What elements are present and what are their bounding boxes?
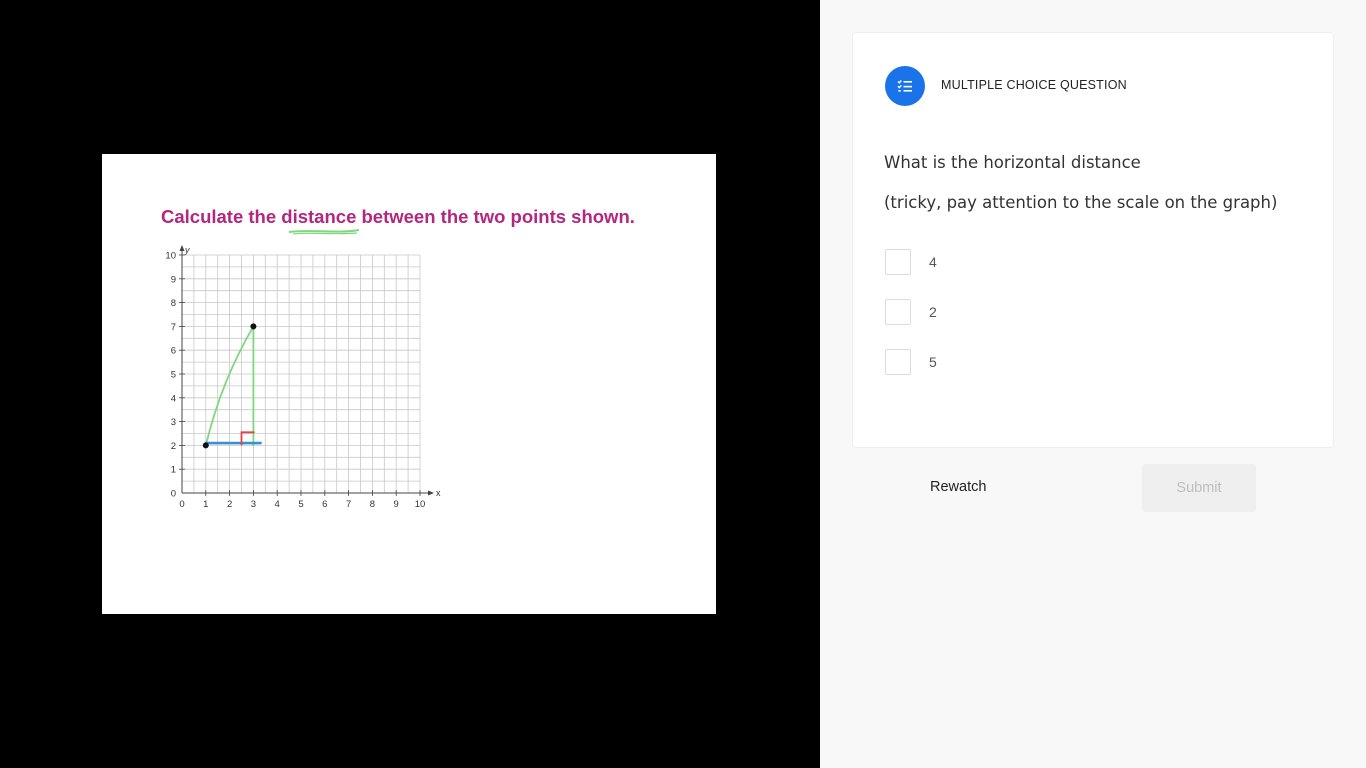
x-tick-label: 3 bbox=[251, 499, 256, 510]
y-axis-label: y bbox=[184, 245, 190, 255]
x-axis-arrow bbox=[428, 490, 434, 496]
x-tick-label: 10 bbox=[415, 499, 426, 510]
question-card: MULTIPLE CHOICE QUESTION What is the hor… bbox=[852, 32, 1334, 448]
coordinate-graph: x y 0 1 2 3 4 5 6 7 8 9 10 0 1 2 3 4 5 6 7 8 9 10 bbox=[165, 245, 441, 510]
data-point bbox=[250, 323, 257, 330]
y-tick-label: 4 bbox=[171, 393, 176, 404]
quiz-pane: MULTIPLE CHOICE QUESTION What is the hor… bbox=[820, 0, 1366, 768]
x-tick-label: 8 bbox=[370, 499, 375, 510]
y-tick-label: 1 bbox=[171, 465, 176, 476]
answer-label: 4 bbox=[929, 254, 937, 270]
slide-title-post: between the two points shown. bbox=[356, 206, 635, 227]
video-pane: Calculate the distance between the two p… bbox=[0, 0, 820, 768]
answer-checkbox[interactable] bbox=[885, 299, 911, 325]
answer-checkbox[interactable] bbox=[885, 249, 911, 275]
x-tick-label: 7 bbox=[346, 499, 351, 510]
question-type-label: MULTIPLE CHOICE QUESTION bbox=[941, 78, 1127, 92]
data-point bbox=[202, 442, 209, 449]
y-tick-label: 9 bbox=[171, 274, 176, 285]
answer-label: 5 bbox=[929, 354, 937, 370]
question-line-2: (tricky, pay attention to the scale on t… bbox=[884, 193, 1278, 212]
x-tick-label: 2 bbox=[227, 499, 232, 510]
y-tick-label: 7 bbox=[171, 322, 176, 333]
question-text: What is the horizontal distance (tricky,… bbox=[884, 143, 1277, 223]
slide-title-pre: Calculate the bbox=[161, 206, 282, 227]
x-tick-label: 1 bbox=[203, 499, 208, 510]
y-tick-label: 10 bbox=[165, 251, 176, 262]
answer-option[interactable]: 5 bbox=[885, 349, 937, 375]
lesson-slide: Calculate the distance between the two p… bbox=[102, 154, 716, 614]
x-tick-label: 0 bbox=[179, 499, 184, 510]
y-tick-label: 3 bbox=[171, 417, 176, 428]
y-tick-label: 6 bbox=[171, 346, 176, 357]
y-tick-label: 8 bbox=[171, 298, 176, 309]
answer-option[interactable]: 2 bbox=[885, 299, 937, 325]
underline-annotation bbox=[288, 229, 360, 235]
answer-label: 2 bbox=[929, 304, 937, 320]
answer-options: 4 2 5 bbox=[885, 249, 937, 399]
submit-button[interactable]: Submit bbox=[1142, 464, 1256, 512]
question-line-1: What is the horizontal distance bbox=[884, 153, 1141, 172]
y-tick-label: 2 bbox=[171, 441, 176, 452]
x-axis-label: x bbox=[436, 488, 441, 498]
y-tick-label: 5 bbox=[171, 370, 176, 381]
x-tick-label: 5 bbox=[298, 499, 303, 510]
answer-checkbox[interactable] bbox=[885, 349, 911, 375]
y-axis-arrow bbox=[179, 245, 185, 251]
answer-option[interactable]: 4 bbox=[885, 249, 937, 275]
y-tick-label: 0 bbox=[171, 489, 176, 500]
rewatch-button[interactable]: Rewatch bbox=[930, 479, 986, 495]
x-tick-label: 6 bbox=[322, 499, 327, 510]
list-check-icon bbox=[885, 66, 925, 106]
slide-title: Calculate the distance between the two p… bbox=[161, 206, 635, 228]
x-tick-label: 9 bbox=[394, 499, 399, 510]
slide-title-emphasis: distance bbox=[281, 206, 357, 227]
x-tick-label: 4 bbox=[275, 499, 280, 510]
